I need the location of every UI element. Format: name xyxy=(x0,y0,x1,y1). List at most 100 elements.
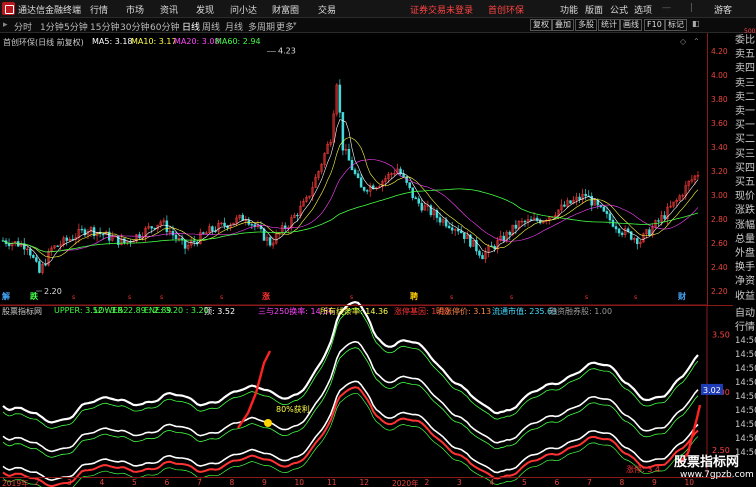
tab-1min[interactable]: 1分钟 xyxy=(40,20,64,33)
side-panel-item[interactable]: 卖一 xyxy=(733,104,756,119)
side-panel-item[interactable]: 总量 xyxy=(733,232,756,247)
side-panel-item[interactable]: 外盘 xyxy=(733,246,756,261)
time-axis-label: 10 xyxy=(294,478,305,487)
side-panel-item[interactable]: 买二 xyxy=(733,132,756,147)
candle-body xyxy=(608,213,612,221)
intraday-time-item[interactable]: 自动 xyxy=(733,306,756,321)
candle-body xyxy=(648,229,651,236)
time-axis-label: 2019年 xyxy=(2,479,29,487)
menu-bar: 通达信金融终端 行情 市场 资讯 发现 问小达 财富圈 交易 证券交易未登录 首… xyxy=(0,0,756,18)
side-panel-item[interactable]: 净资 xyxy=(733,274,756,289)
intraday-time-item[interactable]: 14:50 xyxy=(733,432,756,447)
menu-news[interactable]: 资讯 xyxy=(160,3,178,16)
toolbar-options[interactable]: 选项 xyxy=(634,3,652,16)
candle-body xyxy=(602,206,606,212)
btn-stats[interactable]: 统计 xyxy=(598,19,620,31)
side-panel-item[interactable]: 卖三 xyxy=(733,76,756,91)
price-tick-label: 4.20 xyxy=(711,47,728,56)
tab-multi-period[interactable]: 多周期 xyxy=(248,20,275,33)
candle-body xyxy=(569,200,572,204)
candle-body xyxy=(447,225,451,228)
tab-toggle-icon[interactable]: ▸ xyxy=(3,20,8,30)
intraday-time-item[interactable]: 14:50 xyxy=(733,404,756,419)
intraday-time-item[interactable]: 14:50 xyxy=(733,334,756,349)
btn-overlay[interactable]: 叠加 xyxy=(552,19,574,31)
watermark-url: www.7gpzb.com xyxy=(680,470,754,480)
guest-label[interactable]: 游客 xyxy=(714,3,732,16)
side-panel-item[interactable]: 涨幅 xyxy=(733,218,756,233)
side-panel-item[interactable]: 委比 xyxy=(733,33,756,48)
side-panel-item[interactable]: 卖二 xyxy=(733,90,756,105)
login-notice[interactable]: 证券交易未登录 xyxy=(410,3,473,16)
time-axis-label: 5 xyxy=(522,478,527,487)
candle-body xyxy=(56,245,59,247)
tab-30min[interactable]: 30分钟 xyxy=(120,20,149,33)
side-panel-item[interactable]: 买一 xyxy=(733,118,756,133)
candle-body xyxy=(563,204,566,207)
side-panel-item[interactable]: 现价 xyxy=(733,189,756,204)
menu-trade[interactable]: 交易 xyxy=(318,3,336,16)
btn-multi-stock[interactable]: 多股 xyxy=(575,19,597,31)
candle-body xyxy=(65,237,68,241)
side-panel-item[interactable]: 买三 xyxy=(733,147,756,162)
side-panel-item[interactable]: 卖四 xyxy=(733,61,756,76)
candle-body xyxy=(171,231,175,236)
time-axis-label: 4 xyxy=(99,478,105,487)
tab-monthly[interactable]: 月线 xyxy=(225,20,243,33)
price-tick-label: 3.20 xyxy=(711,167,728,176)
candle-body xyxy=(296,214,299,217)
minimize-icon[interactable]: — xyxy=(662,3,671,13)
intraday-time-item[interactable]: 行情 xyxy=(733,320,756,335)
tab-more[interactable]: 更多 xyxy=(276,20,294,33)
side-panel-item[interactable]: 涨跌 xyxy=(733,203,756,218)
btn-draw[interactable]: 画线 xyxy=(620,19,642,31)
side-panel-item[interactable]: 收益 xyxy=(733,289,756,304)
candle-body xyxy=(450,227,454,231)
kline-chart[interactable]: 4.232.20解跌涨聘财sssssssss3.503.002.503.0280… xyxy=(0,33,733,487)
toolbar-formula[interactable]: 公式 xyxy=(610,3,628,16)
candle-body xyxy=(192,240,196,243)
candle-body xyxy=(411,187,414,198)
price-tick-label: 2.40 xyxy=(711,263,728,272)
btn-adjust[interactable]: 复权 xyxy=(530,19,552,31)
price-tick-label: 2.60 xyxy=(711,239,728,248)
intraday-time-item[interactable]: 14:50 xyxy=(733,348,756,363)
more-dropdown-icon[interactable]: ▾ xyxy=(293,20,297,28)
menu-market-quote[interactable]: 行情 xyxy=(90,3,108,16)
side-panel-item[interactable]: 买五 xyxy=(733,175,756,190)
candle-body xyxy=(211,226,214,232)
indicator-value-label: 流通市值: 235.63 xyxy=(492,307,558,316)
candle-body xyxy=(262,228,266,241)
stock-name-header: 首创环保 xyxy=(488,6,525,16)
tab-weekly[interactable]: 周线 xyxy=(202,20,220,33)
time-axis-label: 9 xyxy=(652,478,657,487)
indicator-name[interactable]: 股票指标网 xyxy=(2,306,42,317)
time-axis-label: 7 xyxy=(587,478,592,487)
tab-intraday[interactable]: 分时 xyxy=(14,20,32,33)
toolbar-layout[interactable]: 版面 xyxy=(585,3,603,16)
event-marker: 财 xyxy=(677,291,686,301)
collapse-icon[interactable]: ◧ xyxy=(690,19,702,31)
btn-mark[interactable]: 标记 xyxy=(665,19,687,31)
menu-market[interactable]: 市场 xyxy=(126,3,144,16)
candle-body xyxy=(620,232,624,235)
intraday-time-item[interactable]: 14:50 xyxy=(733,376,756,391)
tab-60min[interactable]: 60分钟 xyxy=(150,20,179,33)
tab-15min[interactable]: 15分钟 xyxy=(90,20,119,33)
price-low-label: 2.20 xyxy=(44,287,62,296)
dividend-marker: s xyxy=(220,294,223,301)
side-panel-item[interactable]: 换手 xyxy=(733,260,756,275)
side-panel-item[interactable]: 买四 xyxy=(733,161,756,176)
intraday-time-item[interactable]: 14:50 xyxy=(733,418,756,433)
btn-f10[interactable]: F10 xyxy=(644,19,665,31)
menu-discover[interactable]: 发现 xyxy=(196,3,214,16)
menu-ask[interactable]: 问小达 xyxy=(230,3,257,16)
toolbar-function[interactable]: 功能 xyxy=(560,3,578,16)
side-panel-item[interactable]: 卖五 xyxy=(733,47,756,62)
menu-wealth[interactable]: 财富圈 xyxy=(272,3,299,16)
tab-daily[interactable]: 日线 xyxy=(182,20,200,33)
tab-5min[interactable]: 5分钟 xyxy=(64,20,88,33)
intraday-time-item[interactable]: 14:50 xyxy=(733,362,756,377)
intraday-time-item[interactable]: 14:50 xyxy=(733,390,756,405)
ma5-line xyxy=(2,119,699,265)
